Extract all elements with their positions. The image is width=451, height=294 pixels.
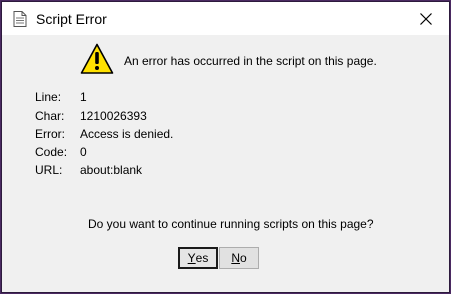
detail-label: Error:: [35, 127, 65, 141]
yes-label-rest: es: [195, 251, 209, 265]
detail-value: 0: [80, 145, 87, 159]
warning-icon: [80, 43, 114, 74]
document-icon: [13, 11, 27, 27]
no-mnemonic: N: [231, 251, 240, 265]
yes-button[interactable]: Yes: [178, 247, 218, 269]
continue-question: Do you want to continue running scripts …: [88, 217, 374, 231]
close-button[interactable]: [403, 2, 449, 35]
detail-value: 1210026393: [80, 109, 147, 123]
dialog-body: An error has occurred in the script on t…: [2, 35, 449, 292]
detail-label: Char:: [35, 109, 65, 123]
detail-label: URL:: [35, 163, 63, 177]
dialog-title: Script Error: [36, 11, 107, 27]
no-button[interactable]: No: [219, 247, 259, 269]
detail-value: about:blank: [80, 163, 143, 177]
no-label-rest: o: [239, 251, 247, 265]
error-message: An error has occurred in the script on t…: [124, 54, 377, 68]
detail-label: Code:: [35, 145, 68, 159]
detail-value: Access is denied.: [80, 127, 174, 141]
close-icon: [420, 12, 432, 25]
script-error-dialog: Script Error An error has occurred in th…: [1, 1, 450, 293]
title-bar: Script Error: [2, 2, 449, 35]
detail-value: 1: [80, 90, 87, 104]
detail-label: Line:: [35, 90, 62, 104]
yes-mnemonic: Y: [187, 251, 196, 265]
